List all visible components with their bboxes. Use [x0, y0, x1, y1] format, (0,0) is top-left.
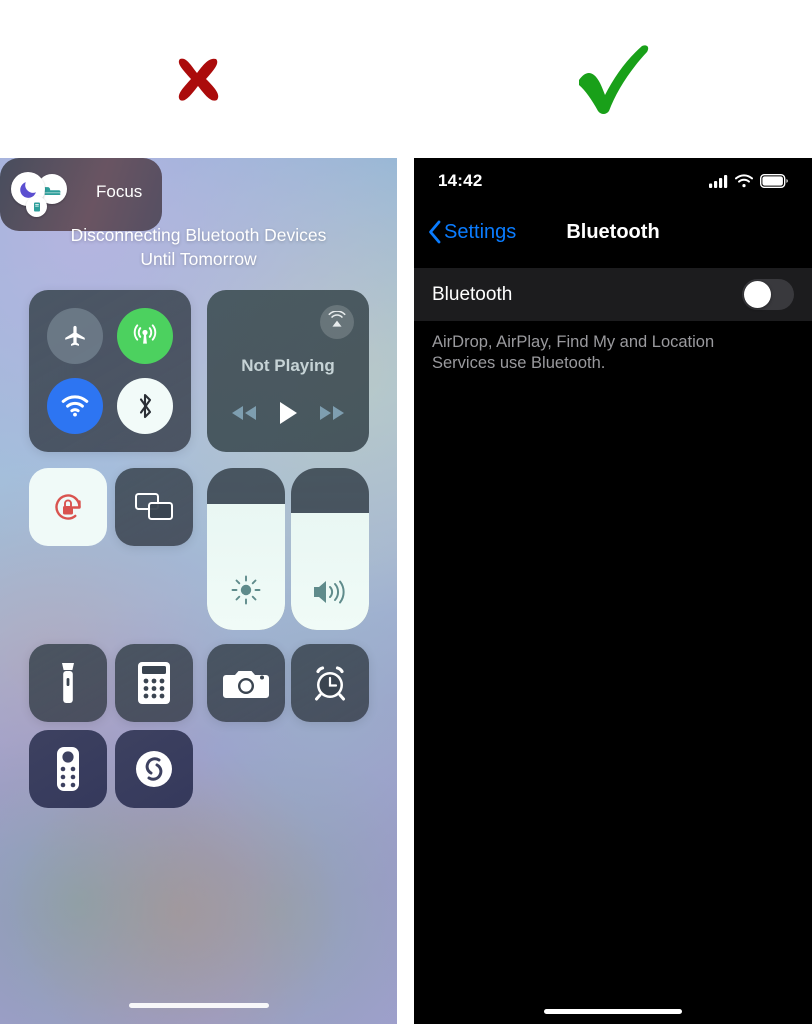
- cross-mark-container: [0, 0, 398, 158]
- remote-icon: [57, 747, 79, 791]
- cellular-antenna-icon: [133, 324, 157, 344]
- bluetooth-switch[interactable]: [742, 279, 794, 310]
- control-center: Disconnecting Bluetooth Devices Until To…: [0, 158, 397, 1024]
- fast-forward-icon: [319, 405, 344, 420]
- banner-line-1: Disconnecting Bluetooth Devices: [70, 225, 327, 245]
- alarm-tile[interactable]: [291, 644, 369, 722]
- wifi-toggle[interactable]: [47, 378, 103, 434]
- status-bar-time: 14:42: [438, 171, 483, 190]
- volume-slider[interactable]: [291, 468, 369, 630]
- cellular-data-toggle[interactable]: [117, 308, 173, 364]
- media-controls: [207, 395, 369, 435]
- banner-line-2: Until Tomorrow: [140, 249, 257, 269]
- wifi-icon: [61, 395, 89, 417]
- reading-focus-icon: [26, 196, 47, 217]
- back-button[interactable]: Settings: [428, 220, 516, 244]
- rotation-lock-tile[interactable]: [29, 468, 107, 546]
- focus-mode-icons: [11, 172, 85, 218]
- fast-forward-button[interactable]: [317, 403, 347, 428]
- camera-icon: [223, 671, 269, 698]
- focus-tile[interactable]: Focus: [0, 158, 162, 231]
- rewind-button[interactable]: [229, 403, 259, 428]
- bluetooth-disconnect-banner: Disconnecting Bluetooth Devices Until To…: [0, 223, 397, 271]
- chevron-left-icon: [429, 220, 441, 244]
- media-title: Not Playing: [241, 356, 335, 375]
- status-bar-icons: [709, 174, 788, 188]
- bluetooth-toggle-row[interactable]: Bluetooth: [414, 268, 812, 321]
- cross-mark-icon: [178, 58, 219, 101]
- switch-knob: [744, 281, 771, 308]
- volume-icon: [314, 580, 345, 604]
- calculator-tile[interactable]: [115, 644, 193, 722]
- status-bar: 14:42: [414, 158, 812, 204]
- settings-bluetooth-panel: 14:42 Bluetooth Settings Bluetooth AirDr…: [414, 158, 812, 1024]
- navigation-bar: Bluetooth Settings: [414, 204, 812, 260]
- airplay-icon: [328, 311, 346, 327]
- rewind-icon: [232, 405, 257, 420]
- brightness-fill: [207, 503, 285, 630]
- bluetooth-footnote: AirDrop, AirPlay, Find My and Location S…: [432, 333, 715, 372]
- home-indicator: [128, 1003, 269, 1008]
- bed-icon: [44, 186, 60, 195]
- now-playing-module: Not Playing: [207, 290, 369, 452]
- shazam-icon: [136, 751, 172, 787]
- calculator-icon: [138, 662, 170, 704]
- book-icon: [33, 202, 40, 211]
- screen-mirroring-icon: [135, 493, 173, 520]
- bluetooth-icon: [139, 393, 152, 419]
- connectivity-module: [29, 290, 191, 452]
- check-mark-icon: [579, 45, 649, 115]
- home-indicator: [544, 1009, 682, 1014]
- airplane-mode-toggle[interactable]: [47, 308, 103, 364]
- play-icon: [279, 401, 297, 424]
- camera-tile[interactable]: [207, 644, 285, 722]
- cellular-signal-icon: [709, 175, 728, 188]
- alarm-clock-icon: [315, 666, 345, 701]
- brightness-icon-wrap: [207, 572, 285, 608]
- brightness-icon: [231, 575, 261, 605]
- play-button[interactable]: [276, 400, 300, 431]
- airplay-button[interactable]: [320, 305, 354, 339]
- apple-tv-remote-tile[interactable]: [29, 730, 107, 808]
- screen-mirroring-tile[interactable]: [115, 468, 193, 546]
- flashlight-icon: [62, 663, 74, 703]
- back-button-label: Settings: [444, 220, 517, 243]
- bluetooth-row-label: Bluetooth: [432, 283, 513, 305]
- annotation-marks-row: [0, 0, 812, 158]
- focus-label: Focus: [96, 182, 143, 201]
- volume-icon-wrap: [291, 576, 369, 608]
- flashlight-tile[interactable]: [29, 644, 107, 722]
- rotation-lock-icon: [55, 494, 81, 520]
- control-center-panel: Disconnecting Bluetooth Devices Until To…: [0, 158, 397, 1024]
- battery-icon: [760, 174, 788, 188]
- bluetooth-toggle[interactable]: [117, 378, 173, 434]
- check-mark-container: [414, 0, 812, 158]
- wifi-status-icon: [735, 174, 753, 188]
- airplane-icon: [65, 325, 85, 346]
- shazam-tile[interactable]: [115, 730, 193, 808]
- brightness-slider[interactable]: [207, 468, 285, 630]
- volume-fill: [291, 513, 369, 630]
